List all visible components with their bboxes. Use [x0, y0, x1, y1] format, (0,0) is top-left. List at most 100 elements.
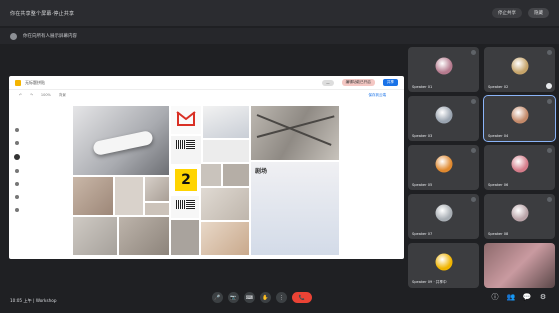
speaking-icon: [546, 83, 552, 89]
undo-icon[interactable]: ↶: [19, 93, 22, 97]
participant-tile[interactable]: Speaker 08: [484, 194, 555, 239]
photo-small-a[interactable]: [201, 164, 221, 186]
app-logo-icon: [15, 79, 21, 86]
mic-off-icon: [471, 50, 476, 55]
background-button[interactable]: 背景: [59, 93, 66, 98]
photo-wall[interactable]: [73, 217, 117, 255]
participant-name: Speaker 07: [412, 232, 433, 236]
photo-object[interactable]: [145, 177, 169, 201]
gmail-icon: [177, 112, 195, 126]
edit-mode-pill[interactable]: 编辑功能已开启: [341, 79, 375, 86]
avatar: [435, 253, 452, 271]
participant-name: Speaker 01: [412, 85, 433, 89]
banner-title: 你在共享整个屏幕·停止共享: [10, 10, 75, 17]
avatar: [435, 204, 452, 222]
image-tool-icon[interactable]: [15, 195, 19, 199]
qr-code-icon: [186, 200, 195, 209]
mic-off-icon: [547, 50, 552, 55]
more-tools-icon[interactable]: [15, 208, 19, 212]
presenting-notice: 你在向所有人展示屏幕内容: [0, 28, 559, 44]
participant-name: Speaker 04: [488, 134, 509, 138]
qr-code-icon: [186, 140, 195, 149]
participant-name: Speaker 03: [412, 134, 433, 138]
pen-tool-icon[interactable]: [15, 141, 19, 145]
participant-tile[interactable]: Speaker 01: [408, 47, 479, 92]
participant-name: Speaker 05: [412, 183, 433, 187]
doc-header: 无标题拼贴 — 编辑功能已开启 共享: [9, 76, 404, 90]
avatar: [511, 204, 528, 222]
photo-qr-codes-2[interactable]: [171, 196, 199, 218]
photo-collage: 2 剧场: [73, 106, 339, 255]
photo-gray[interactable]: [171, 220, 199, 255]
qr-code-icon: [176, 200, 185, 209]
participant-tile[interactable]: Speaker 02: [484, 47, 555, 92]
info-icon[interactable]: ⓘ: [491, 293, 499, 301]
photo-pipes[interactable]: [251, 106, 339, 160]
avatar: [435, 155, 452, 173]
stop-sharing-button[interactable]: 停止共享: [492, 8, 522, 18]
hide-banner-button[interactable]: 隐藏: [528, 8, 549, 18]
avatar: [511, 155, 528, 173]
photo-floor[interactable]: [119, 217, 169, 255]
participant-tile-active[interactable]: Speaker 04: [483, 95, 556, 142]
zoom-level[interactable]: 100%: [41, 93, 51, 97]
save-to-cloud-link[interactable]: 保存到云端: [369, 93, 387, 98]
participant-tile[interactable]: Speaker 03: [408, 96, 479, 141]
participant-tile[interactable]: Speaker 05: [408, 145, 479, 190]
tool-strip: [13, 128, 21, 212]
photo-tools[interactable]: [203, 106, 249, 138]
participant-tile-video[interactable]: [484, 243, 555, 288]
select-tool-icon[interactable]: [15, 128, 19, 132]
photo-gmail[interactable]: [171, 106, 201, 134]
participant-tile[interactable]: Speaker 09 · 共享中: [408, 243, 479, 288]
participant-name: Speaker 02: [488, 85, 509, 89]
share-button[interactable]: 共享: [382, 79, 398, 86]
photo-qr-codes[interactable]: [171, 136, 201, 164]
participant-tile[interactable]: Speaker 07: [408, 194, 479, 239]
more-options-icon[interactable]: ⋮: [276, 292, 287, 303]
activities-icon[interactable]: ⚙: [539, 293, 547, 301]
mic-off-icon: [471, 197, 476, 202]
mic-off-icon: [471, 148, 476, 153]
shape-tool-icon[interactable]: [15, 169, 19, 173]
mic-button-icon[interactable]: 🎤: [212, 292, 223, 303]
photo-items[interactable]: [203, 140, 249, 162]
redo-icon[interactable]: ↷: [30, 93, 33, 97]
top-pill[interactable]: —: [322, 79, 334, 86]
camera-button-icon[interactable]: 📷: [228, 292, 239, 303]
mic-off-icon: [471, 99, 476, 104]
photo-poster[interactable]: 剧场: [251, 162, 339, 255]
present-icon: [10, 32, 17, 40]
photo-room[interactable]: [201, 222, 249, 255]
photo-paper[interactable]: [115, 177, 143, 215]
call-controls: 🎤 📷 ⌨ ✋ ⋮ 📞: [212, 292, 312, 303]
raise-hand-button-icon[interactable]: ✋: [260, 292, 271, 303]
poster-title: 剧场: [255, 168, 268, 175]
participant-tile[interactable]: Speaker 06: [484, 145, 555, 190]
chat-icon[interactable]: 💬: [523, 293, 532, 301]
photo-fabric[interactable]: [73, 177, 113, 215]
people-icon[interactable]: 👥: [507, 293, 516, 301]
shared-screen: 无标题拼贴 — 编辑功能已开启 共享 ↶ ↷ 100% 背景 保存到云端 2 剧…: [9, 76, 404, 259]
doc-toolbar: ↶ ↷ 100% 背景 保存到云端: [9, 90, 404, 100]
photo-strip[interactable]: [145, 203, 169, 215]
doc-title[interactable]: 无标题拼贴: [25, 80, 318, 86]
participant-name: Speaker 08: [488, 232, 509, 236]
photo-device[interactable]: [73, 106, 169, 175]
number-badge: 2: [175, 169, 197, 191]
photo-number-card[interactable]: 2: [171, 166, 199, 194]
avatar: [435, 106, 452, 124]
avatar: [511, 57, 528, 75]
captions-button-icon[interactable]: ⌨: [244, 292, 255, 303]
qr-code-icon: [176, 140, 185, 149]
photo-small-b[interactable]: [223, 164, 249, 186]
active-tool-icon[interactable]: [14, 154, 20, 160]
photo-sketch[interactable]: [201, 188, 249, 220]
side-controls: ⓘ 👥 💬 ⚙: [491, 293, 547, 301]
text-tool-icon[interactable]: [15, 182, 19, 186]
participant-name: Speaker 09 · 共享中: [412, 280, 447, 284]
end-call-button[interactable]: 📞: [292, 292, 312, 303]
screen-share-banner: 你在共享整个屏幕·停止共享 停止共享 隐藏: [0, 0, 559, 26]
avatar: [435, 57, 452, 75]
mic-off-icon: [547, 197, 552, 202]
